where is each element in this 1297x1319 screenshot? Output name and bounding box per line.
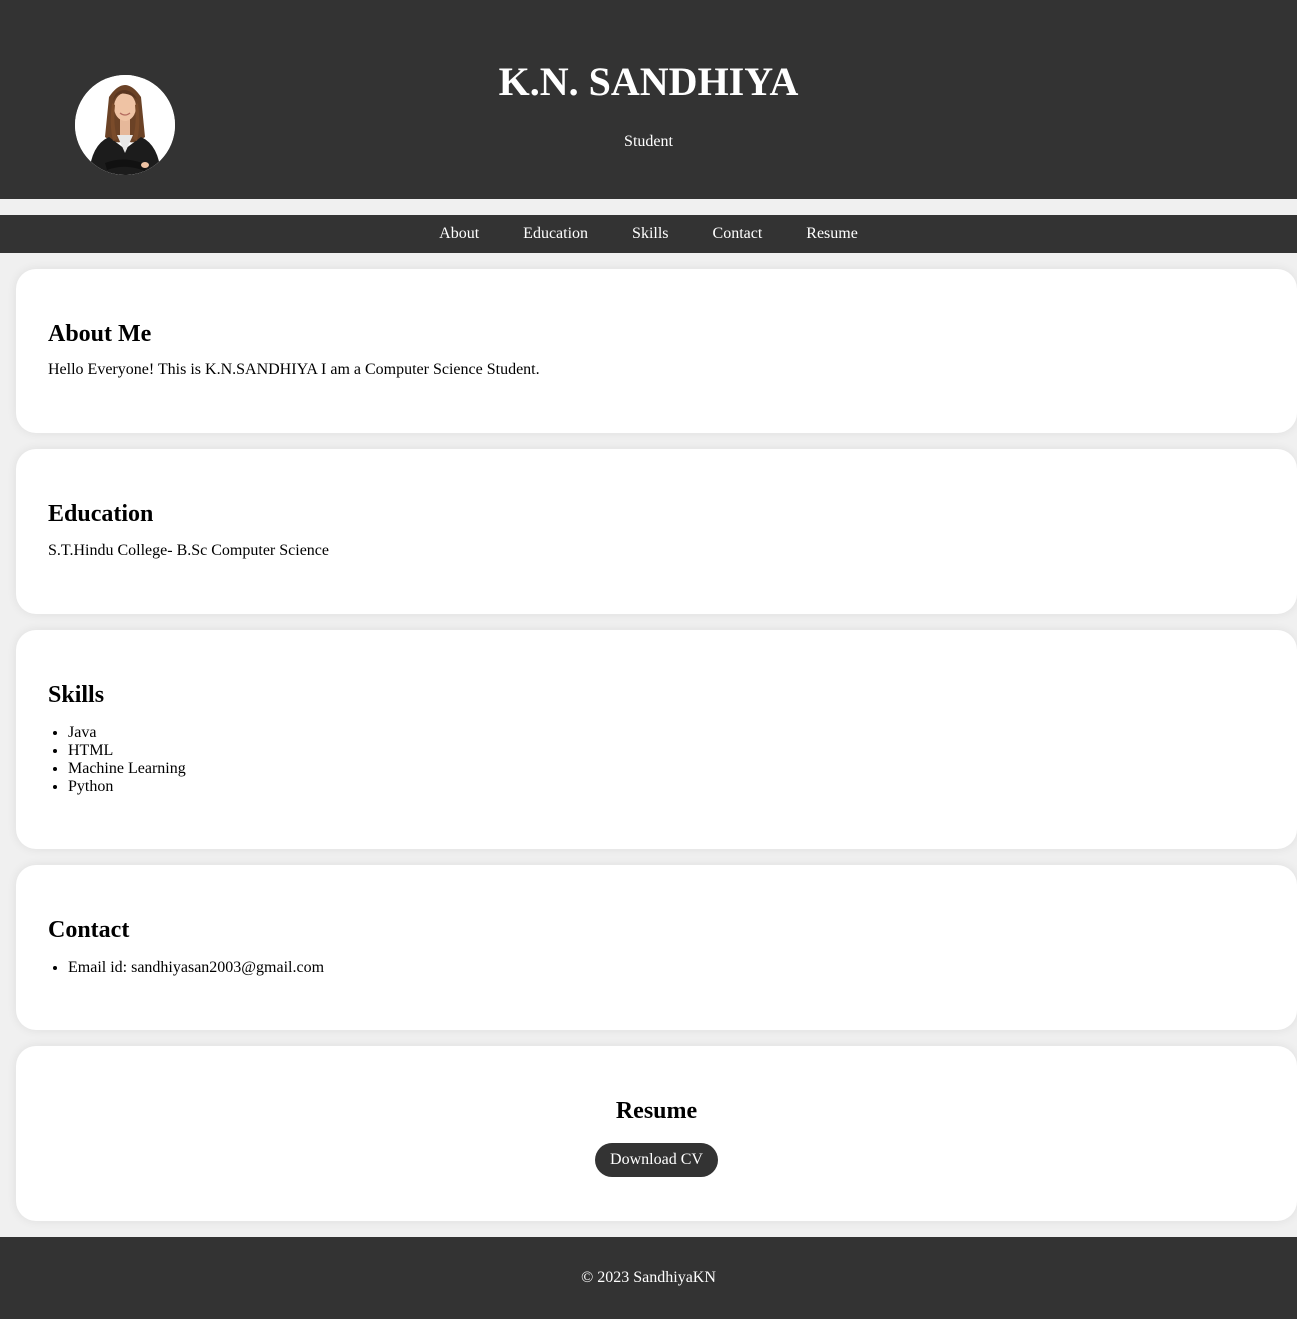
resume-button-wrap: Download CV [48,1143,1265,1177]
page-title: K.N. SANDHIYA [498,59,799,104]
resume-heading: Resume [615,1098,698,1124]
site-footer: © 2023 SandhiyaKN [0,1237,1297,1319]
skill-item: Java [68,724,1265,742]
download-cv-button[interactable]: Download CV [595,1143,718,1177]
nav-link-education[interactable]: Education [523,224,588,244]
skill-item: Machine Learning [68,760,1265,778]
page-subtitle: Student [624,133,673,150]
contact-section: Contact Email id: sandhiyasan2003@gmail.… [16,865,1297,1030]
nav-link-skills[interactable]: Skills [632,224,668,244]
contact-list: Email id: sandhiyasan2003@gmail.com [48,959,1265,977]
education-section: Education S.T.Hindu College- B.Sc Comput… [16,449,1297,614]
education-heading: Education [48,501,154,527]
nav-link-about[interactable]: About [439,224,479,244]
contact-email: Email id: sandhiyasan2003@gmail.com [68,959,1265,977]
about-text: Hello Everyone! This is K.N.SANDHIYA I a… [48,361,540,378]
site-header: K.N. SANDHIYA Student [0,0,1297,199]
footer-copyright: © 2023 SandhiyaKN [581,1269,716,1286]
skills-list: Java HTML Machine Learning Python [48,724,1265,796]
nav-link-resume[interactable]: Resume [806,224,858,244]
nav-link-contact[interactable]: Contact [713,224,763,244]
skill-item: HTML [68,742,1265,760]
main-nav: About Education Skills Contact Resume [0,215,1297,253]
contact-heading: Contact [48,917,130,943]
about-section: About Me Hello Everyone! This is K.N.SAN… [16,269,1297,433]
skills-section: Skills Java HTML Machine Learning Python [16,630,1297,849]
skill-item: Python [68,778,1265,796]
resume-section: Resume Download CV [16,1046,1297,1221]
about-heading: About Me [48,321,152,347]
skills-heading: Skills [48,682,105,708]
education-text: S.T.Hindu College- B.Sc Computer Science [48,542,329,559]
